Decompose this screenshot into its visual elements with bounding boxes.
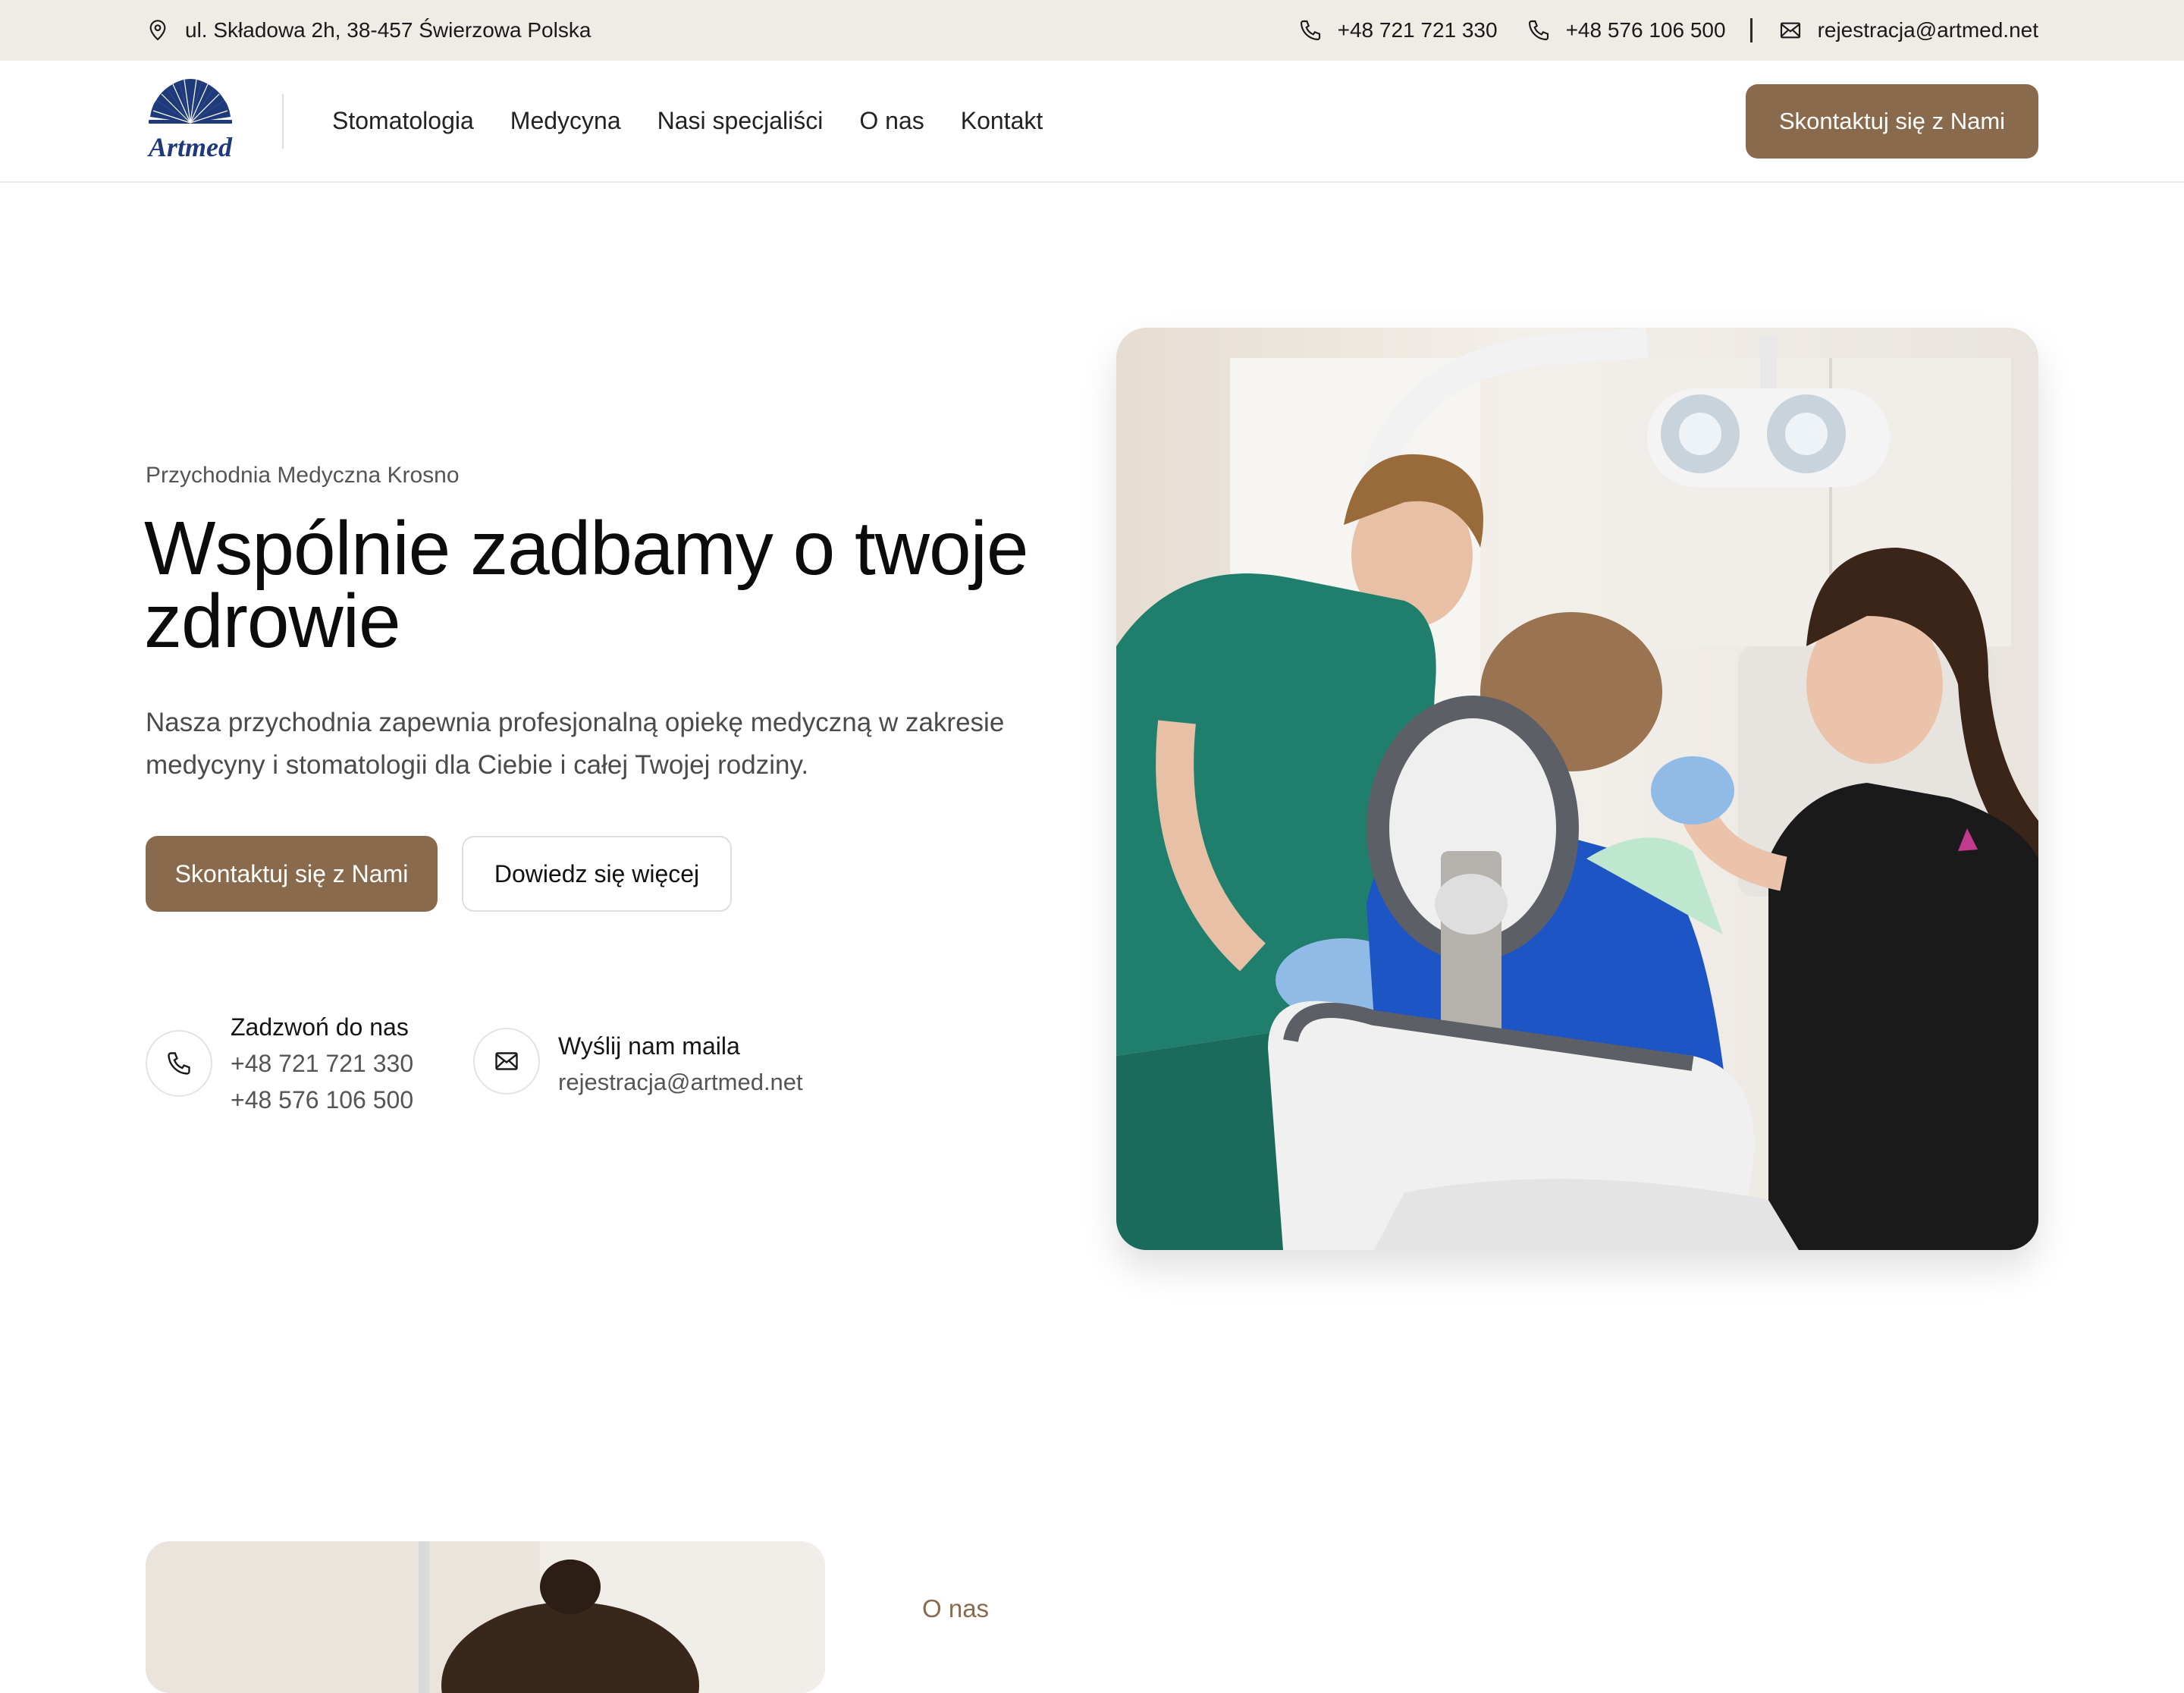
mail-icon xyxy=(1780,22,1800,39)
topbar-email[interactable]: rejestracja@artmed.net xyxy=(1778,18,2038,42)
mail-address[interactable]: rejestracja@artmed.net xyxy=(558,1064,803,1101)
phone-icon xyxy=(1300,20,1320,41)
logo-divider xyxy=(282,93,284,149)
logo-wordmark: Artmed xyxy=(147,132,233,162)
topbar-email-text: rejestracja@artmed.net xyxy=(1817,18,2038,42)
mail-us-block[interactable]: Wyślij nam maila rejestracja@artmed.net xyxy=(473,1028,803,1101)
hero-buttons: Skontaktuj się z Nami Dowiedz się więcej xyxy=(146,836,732,912)
learn-more-button[interactable]: Dowiedz się więcej xyxy=(462,836,732,912)
mail-icon xyxy=(495,1052,518,1070)
hero-eyebrow: Przychodnia Medyczna Krosno xyxy=(146,463,460,488)
topbar-phone-2-text: +48 576 106 500 xyxy=(1565,18,1726,42)
call-us-title: Zadzwoń do nas xyxy=(231,1013,409,1041)
nav-item-specjalisci[interactable]: Nasi specjaliści xyxy=(657,107,824,135)
mail-icon-circle xyxy=(473,1028,540,1095)
phone-icon-circle xyxy=(146,1030,212,1097)
hero-title: Wspólnie zadbamy o twoje zdrowie xyxy=(144,506,1028,664)
artmed-logo[interactable]: Artmed xyxy=(146,76,235,167)
hero-description: Nasza przychodnia zapewnia profesjonalną… xyxy=(146,708,1005,780)
about-eyebrow: O nas xyxy=(922,1594,990,1622)
topbar-phone-1-text: +48 721 721 330 xyxy=(1337,18,1498,42)
mail-us-title: Wyślij nam maila xyxy=(558,1032,740,1060)
phone-icon xyxy=(1528,20,1549,41)
top-info-bar: ul. Składowa 2h, 38-457 Świerzowa Polska… xyxy=(0,0,2184,61)
hero-dental-photo xyxy=(1116,328,2038,1250)
topbar-phone-2[interactable]: +48 576 106 500 xyxy=(1527,18,1726,42)
about-section-photo xyxy=(146,1541,825,1693)
header-contact-button[interactable]: Skontaktuj się z Nami xyxy=(1746,83,2038,159)
address-item: ul. Składowa 2h, 38-457 Świerzowa Polska xyxy=(146,18,591,42)
call-phone-2[interactable]: +48 576 106 500 xyxy=(231,1082,413,1118)
call-us-block[interactable]: Zadzwoń do nas +48 721 721 330 +48 576 1… xyxy=(146,1009,413,1118)
nav-item-stomatologia[interactable]: Stomatologia xyxy=(332,107,474,135)
address-text: ul. Składowa 2h, 38-457 Świerzowa Polska xyxy=(185,18,592,42)
main-nav: Stomatologia Medycyna Nasi specjaliści O… xyxy=(332,107,1079,135)
hero-contact-button[interactable]: Skontaktuj się z Nami xyxy=(146,836,438,912)
topbar-divider xyxy=(1749,18,1753,42)
phone-icon xyxy=(168,1052,190,1075)
topbar-phone-1[interactable]: +48 721 721 330 xyxy=(1298,18,1498,42)
call-phone-1[interactable]: +48 721 721 330 xyxy=(231,1045,413,1082)
nav-item-kontakt[interactable]: Kontakt xyxy=(961,107,1043,135)
main-header: Artmed Stomatologia Medycyna Nasi specja… xyxy=(0,61,2184,183)
nav-item-o-nas[interactable]: O nas xyxy=(859,107,924,135)
map-pin-icon xyxy=(149,20,166,41)
nav-item-medycyna[interactable]: Medycyna xyxy=(510,107,621,135)
